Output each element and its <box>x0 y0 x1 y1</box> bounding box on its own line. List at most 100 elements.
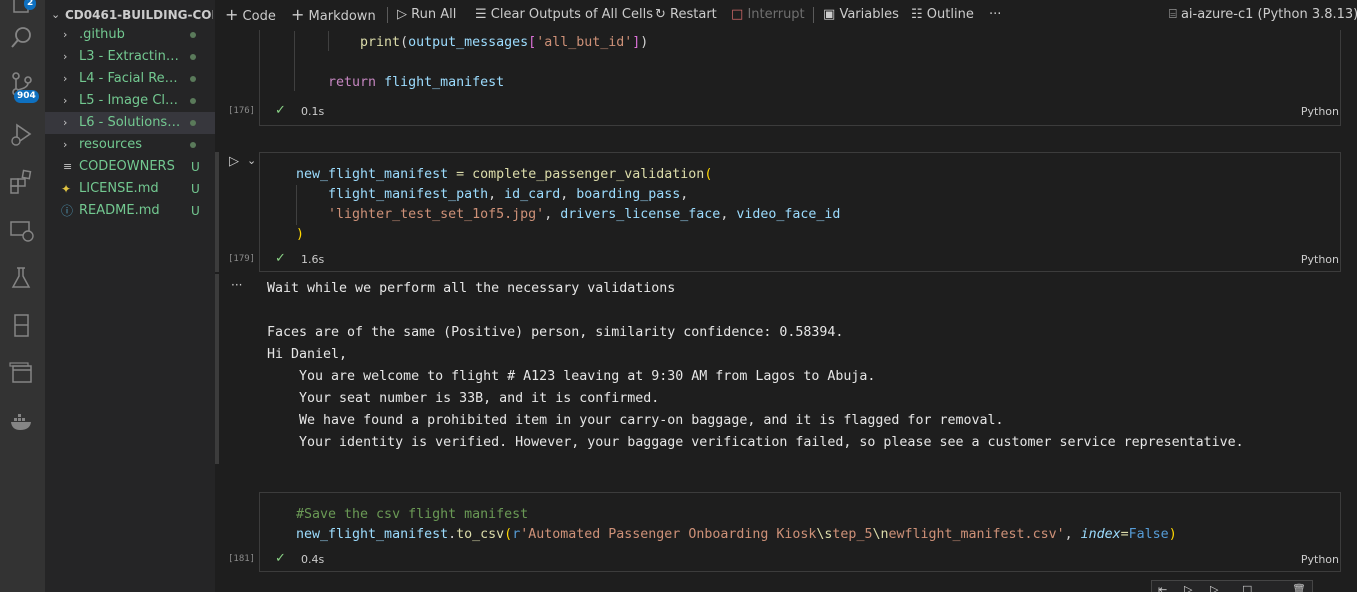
cell-code-line: ) <box>296 227 305 242</box>
file-lines-icon: ≡ <box>63 160 73 173</box>
cell-code-line: flight_manifest_path, id_card, boarding_… <box>328 187 689 202</box>
code-cell[interactable]: print(output_messages['all_but_id']) ret… <box>259 30 1341 126</box>
source-control-badge: 904 <box>14 90 39 103</box>
modified-dot-icon <box>190 32 196 38</box>
explorer-item-l3[interactable]: › L3 - Extracting T... <box>45 46 215 68</box>
info-icon: ⓘ <box>61 204 74 218</box>
cell-output-line: Wait while we perform all the necessary … <box>267 281 676 296</box>
add-code-button[interactable]: + Code <box>225 0 276 30</box>
toolbar-divider <box>813 7 814 23</box>
code-cell[interactable]: new_flight_manifest = complete_passenger… <box>259 152 1341 272</box>
explorer-item-label: L3 - Extracting T... <box>79 49 183 64</box>
chevron-right-icon: › <box>63 138 68 151</box>
explorer-panel: ⌄ CD0461-BUILDING-COMP... › .github › L3… <box>45 0 215 592</box>
execution-time: 0.4s <box>301 553 325 566</box>
chevron-right-icon: › <box>63 50 68 63</box>
toolbar-divider <box>387 7 388 23</box>
code-cell[interactable]: #Save the csv flight manifest new_flight… <box>259 492 1341 572</box>
search-icon[interactable] <box>8 24 36 52</box>
run-debug-icon[interactable] <box>8 120 36 148</box>
check-icon: ✓ <box>275 551 286 566</box>
run-cell-icon[interactable]: ▷ <box>229 154 239 169</box>
docker-icon[interactable] <box>8 408 36 436</box>
explorer-item-readme[interactable]: ⓘ README.md U <box>45 200 215 222</box>
untracked-status: U <box>191 204 200 218</box>
run-cell-icon[interactable]: ▷ <box>1184 583 1192 592</box>
clear-all-icon: ☰ <box>475 7 487 22</box>
cell-focus-bar <box>215 152 219 272</box>
explorer-item-label: CODEOWNERS <box>79 159 175 174</box>
cell-code-line: print(output_messages['all_but_id']) <box>360 35 649 50</box>
run-all-button[interactable]: ▷ Run All <box>397 0 456 30</box>
add-markdown-label: Markdown <box>308 9 376 24</box>
untracked-status: U <box>191 182 200 196</box>
explorer-item-l5[interactable]: › L5 - Image Clas... <box>45 90 215 112</box>
chevron-right-icon: › <box>63 28 68 41</box>
output-focus-bar <box>215 274 219 464</box>
cell-output-line: Your identity is verified. However, your… <box>267 435 1244 450</box>
cell-language[interactable]: Python <box>1301 253 1339 266</box>
cell-output-line: We have found a prohibited item in your … <box>267 413 1004 428</box>
explorer-item-l4[interactable]: › L4 - Facial Reco... <box>45 68 215 90</box>
interrupt-label: Interrupt <box>747 7 805 22</box>
restart-icon: ↻ <box>655 7 666 22</box>
explorer-item-resources[interactable]: › resources <box>45 134 215 156</box>
explorer-item-github[interactable]: › .github <box>45 24 215 46</box>
cell-code-line: new_flight_manifest = complete_passenger… <box>296 167 713 182</box>
notebook-icon[interactable] <box>8 312 36 340</box>
notebook-editor: print(output_messages['all_but_id']) ret… <box>215 30 1357 592</box>
modified-dot-icon <box>190 76 196 82</box>
add-markdown-button[interactable]: + Markdown <box>291 0 376 30</box>
cell-code-line: #Save the csv flight manifest <box>296 507 529 522</box>
execution-count: [179] <box>228 254 256 264</box>
explorer-item-label: L4 - Facial Reco... <box>79 71 183 86</box>
extensions-icon[interactable] <box>8 168 36 196</box>
license-icon: ✦ <box>61 182 72 196</box>
run-below-icon[interactable]: ▷ <box>1210 583 1218 592</box>
cell-output-line: You are welcome to flight # A123 leaving… <box>267 369 876 384</box>
restart-button[interactable]: ↻ Restart <box>655 0 717 30</box>
cell-language[interactable]: Python <box>1301 105 1339 118</box>
indent-guide <box>296 185 297 225</box>
delete-icon[interactable]: 🗑 <box>1292 583 1306 592</box>
chevron-down-icon: ⌄ <box>51 8 61 21</box>
explorer-root-folder[interactable]: ⌄ CD0461-BUILDING-COMP... <box>45 4 215 26</box>
modified-dot-icon <box>190 98 196 104</box>
chevron-right-icon: › <box>63 94 68 107</box>
explorer-item-codeowners[interactable]: ≡ CODEOWNERS U <box>45 156 215 178</box>
explorer-item-label: LICENSE.md <box>79 181 159 196</box>
variables-icon: ▣ <box>823 7 836 22</box>
layout-icon[interactable] <box>8 360 36 388</box>
kernel-label: ai-azure-c1 (Python 3.8.13) <box>1180 7 1357 22</box>
plus-icon: + <box>291 5 305 24</box>
kernel-icon: ⌸ <box>1169 7 1177 22</box>
run-above-icon[interactable]: ⇤ <box>1158 583 1167 592</box>
variables-button[interactable]: ▣ Variables <box>823 0 899 30</box>
more-actions-button[interactable]: ··· <box>989 0 1001 30</box>
cell-toolbar: ⇤ ▷ ▷ □ 🗑 <box>1151 580 1313 592</box>
explorer-item-license[interactable]: ✦ LICENSE.md U <box>45 178 215 200</box>
untracked-status: U <box>191 160 200 174</box>
cell-output-line: Faces are of the same (Positive) person,… <box>267 325 844 340</box>
execution-time: 1.6s <box>301 253 325 266</box>
plus-icon: + <box>225 5 239 24</box>
modified-dot-icon <box>190 142 196 148</box>
cell-language[interactable]: Python <box>1301 553 1339 566</box>
interrupt-button[interactable]: □ Interrupt <box>731 0 805 30</box>
explorer-item-l6[interactable]: › L6 - Solutions D... <box>45 112 215 134</box>
remote-explorer-icon[interactable] <box>8 216 36 244</box>
chevron-down-icon[interactable]: ⌄ <box>247 154 256 167</box>
run-all-icon: ▷ <box>397 7 407 22</box>
output-more-button[interactable]: ··· <box>231 278 242 292</box>
kernel-picker[interactable]: ⌸ ai-azure-c1 (Python 3.8.13) <box>1169 0 1357 30</box>
check-icon: ✓ <box>275 251 286 266</box>
explorer-item-label: resources <box>79 137 143 152</box>
explorer-item-label: README.md <box>79 203 160 218</box>
execution-count: [181] <box>228 554 256 564</box>
notebook-toolbar: + Code + Markdown ▷ Run All ☰ Clear Outp… <box>215 0 1357 30</box>
split-cell-icon[interactable]: □ <box>1242 583 1252 592</box>
stop-icon: □ <box>731 7 744 22</box>
outline-button[interactable]: ☷ Outline <box>911 0 974 30</box>
testing-icon[interactable] <box>8 264 36 292</box>
clear-outputs-button[interactable]: ☰ Clear Outputs of All Cells <box>475 0 653 30</box>
